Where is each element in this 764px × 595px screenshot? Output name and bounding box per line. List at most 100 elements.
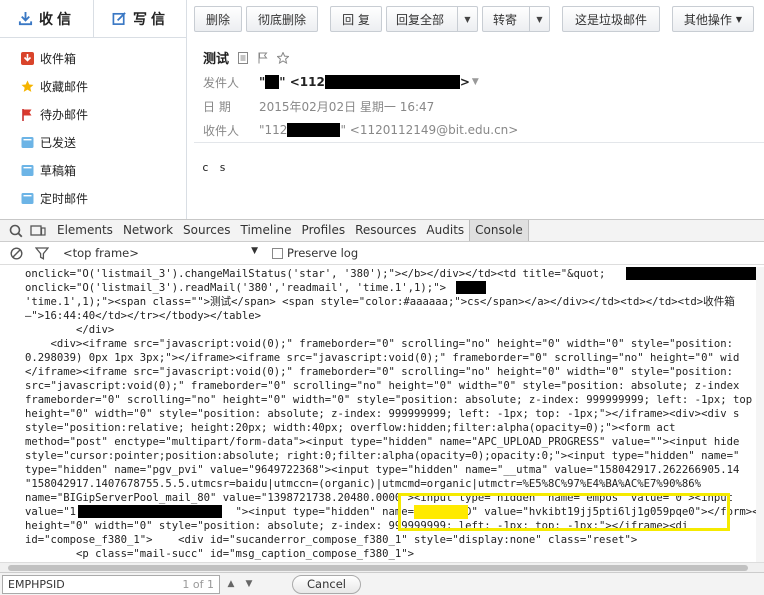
tab-audits[interactable]: Audits [421,220,469,241]
more-actions-label: 其他操作 [683,12,732,27]
folder-sent[interactable]: 已发送 [0,128,186,156]
tab-profiles[interactable]: Profiles [297,220,351,241]
from-mid: " <112 [279,74,325,89]
flag-icon [22,108,32,121]
chevron-down-icon[interactable]: ▼ [472,77,479,87]
from-value[interactable]: " " <112 > [259,75,470,90]
tab-timeline[interactable]: Timeline [236,220,297,241]
folder-todo[interactable]: 待办邮件 [0,100,186,128]
console-line: id="compose_f380_1"> <div id="sucanderro… [25,534,638,546]
console-line: <div><iframe src="javascript:void(0);" f… [25,338,733,350]
redaction [78,505,222,518]
mark-spam-label: 这是垃圾邮件 [574,12,647,27]
tab-elements[interactable]: Elements [52,220,118,241]
reply-all-button[interactable]: 回复全部 ▼ [386,6,478,32]
date-value: 2015年02月02日 星期一 16:47 [259,99,435,114]
tab-network[interactable]: Network [118,220,178,241]
tab-sources[interactable]: Sources [178,220,235,241]
star-icon[interactable] [277,51,290,64]
find-prev-icon[interactable]: ▲ [224,579,238,589]
more-actions-button[interactable]: 其他操作 ▼ [672,6,754,32]
filter-icon[interactable] [35,246,49,260]
mail-client: 收信 写信 收件箱 收藏邮件 待办邮件 已发送 草稿箱 定时邮件 删除 彻底删除… [0,0,764,219]
console-line: —">16:44:40</td></tr></tbody></table> [25,310,261,322]
folder-label: 草稿箱 [40,163,77,178]
find-query: EMPHPSID [8,577,65,591]
console-line: frameborder="0" scrolling="no" height="0… [25,394,753,406]
console-line: </div> [25,324,115,336]
console-line: 'time.1',1);"><span class="">测试</span> <… [25,296,735,308]
download-icon [18,11,33,26]
console-line: </iframe><iframe src="javascript:void(0)… [25,366,733,378]
redaction [287,123,341,138]
permanent-delete-label: 彻底删除 [257,12,306,27]
console-line: onclick="O('listmail_3').changeMailStatu… [25,268,606,280]
compose-bar: 收信 写信 [0,0,187,38]
reply-button[interactable]: 回 复 [330,6,382,32]
redaction [456,281,486,294]
divider [194,142,764,143]
frame-select-value: <top frame> [63,246,139,260]
forward-button[interactable]: 转寄 ▼ [482,6,550,32]
console-line: src="javascript:void(0);" frameborder="0… [25,380,740,392]
redaction [324,75,460,90]
checkbox[interactable] [272,247,283,259]
find-bar: EMPHPSID 1 of 1 ▲ ▼ Cancel [0,572,764,595]
find-count: 1 of 1 [182,577,214,591]
star-icon [21,80,34,92]
folder-scheduled[interactable]: 定时邮件 [0,184,186,212]
scrollbar-thumb[interactable] [8,565,748,571]
tab-resources[interactable]: Resources [350,220,421,241]
annotation-box [398,493,730,531]
receive-label: 收信 [39,11,75,28]
message-view: 测试 发件人 " " <112 > ▼ 日 期 2015年02月02日 星期一 16… [194,40,764,219]
folder-label: 定时邮件 [40,191,89,206]
find-input[interactable]: EMPHPSID 1 of 1 [2,574,220,594]
tab-console[interactable]: Console [469,220,529,241]
permanent-delete-button[interactable]: 彻底删除 [246,6,318,32]
message-subject: 测试 [203,52,230,67]
write-label: 写信 [133,11,169,28]
console-line: style="cursor:pointer;position:absolute;… [25,450,740,462]
edit-icon [112,12,126,25]
folder-label: 收藏邮件 [40,79,89,94]
cancel-button[interactable]: Cancel [292,574,361,594]
vertical-scrollbar[interactable] [756,267,764,562]
to-prefix: "112 [259,122,288,137]
folder-starred[interactable]: 收藏邮件 [0,72,186,100]
folder-list: 收件箱 收藏邮件 待办邮件 已发送 草稿箱 定时邮件 [0,44,186,212]
chevron-down-icon: ▼ [735,14,743,24]
devtools-tabbar: Elements Network Sources Timeline Profil… [0,219,764,242]
horizontal-scrollbar[interactable] [0,562,764,572]
from-label: 发件人 [203,75,240,90]
delete-button[interactable]: 删除 [194,6,242,32]
chevron-down-icon[interactable]: ▼ [529,7,549,31]
document-icon[interactable] [237,51,249,64]
folder-inbox[interactable]: 收件箱 [0,44,186,72]
frame-select[interactable]: <top frame> ▼ [63,246,258,260]
receive-button[interactable]: 收信 [0,0,94,37]
folder-icon [21,136,34,148]
find-next-icon[interactable]: ▼ [242,579,256,589]
mail-sidebar: 收信 写信 收件箱 收藏邮件 待办邮件 已发送 草稿箱 定时邮件 [0,0,187,219]
flag-icon[interactable] [257,52,269,64]
device-icon[interactable] [30,223,46,239]
devtools-panel: Elements Network Sources Timeline Profil… [0,219,764,595]
search-icon[interactable] [8,223,24,239]
clear-console-icon[interactable] [10,246,23,260]
console-line: style="position:relative; height:20px; w… [25,422,676,434]
folder-icon [21,164,34,176]
delete-label: 删除 [205,12,230,27]
preserve-log-label: Preserve log [287,246,359,260]
console-line: type="hidden" name="pgv_pvi" value="9649… [25,464,740,476]
to-value[interactable]: "112 " <1120112149@bit.edu.cn> [259,123,518,138]
write-button[interactable]: 写信 [94,0,187,37]
to-suffix: " <1120112149@bit.edu.cn> [340,122,519,137]
folder-label: 已发送 [40,135,77,150]
chevron-down-icon[interactable]: ▼ [457,7,477,31]
redaction [626,267,764,280]
mark-spam-button[interactable]: 这是垃圾邮件 [562,6,660,32]
folder-drafts[interactable]: 草稿箱 [0,156,186,184]
preserve-log-checkbox[interactable]: Preserve log [272,246,358,260]
folder-icon [21,192,34,204]
